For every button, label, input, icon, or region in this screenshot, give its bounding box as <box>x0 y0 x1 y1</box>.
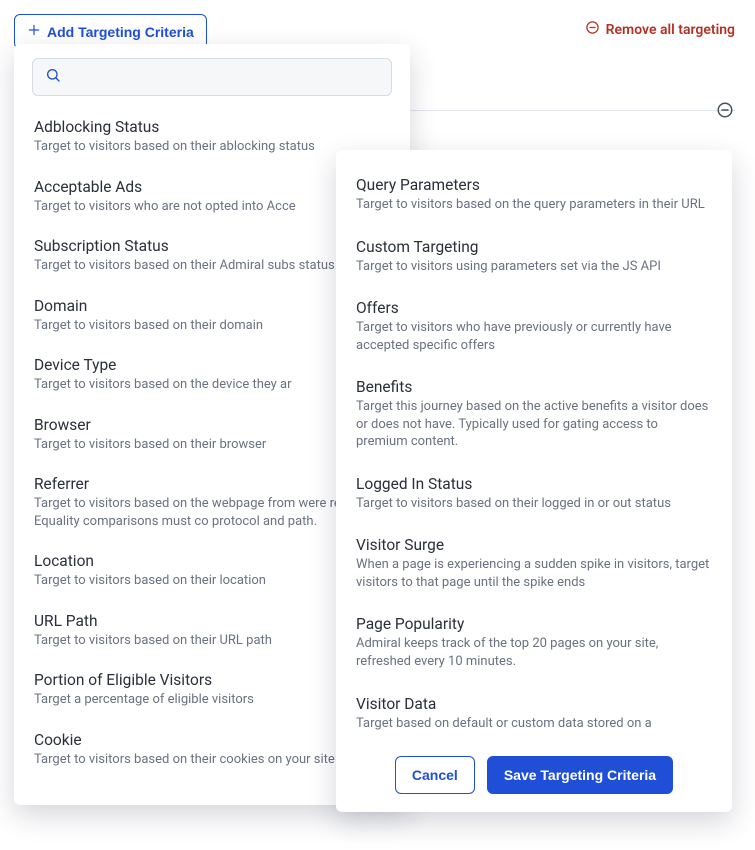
option-title: Benefits <box>356 378 712 396</box>
option-desc: Target to visitors who have previously o… <box>356 319 712 354</box>
option-desc: Target to visitors based on the query pa… <box>356 196 712 214</box>
plus-icon <box>27 23 41 40</box>
option-item[interactable]: Logged In Status Target to visitors based… <box>336 465 732 527</box>
option-desc: Target this journey based on the active … <box>356 398 712 451</box>
option-title: Offers <box>356 299 712 317</box>
add-targeting-label: Add Targeting Criteria <box>47 24 194 40</box>
option-title: Custom Targeting <box>356 238 712 256</box>
option-item[interactable]: Offers Target to visitors who have previo… <box>336 289 732 368</box>
option-item[interactable]: Visitor Surge When a page is experiencing… <box>336 526 732 605</box>
option-title: Visitor Surge <box>356 536 712 554</box>
option-desc: Target to visitors based on their logged… <box>356 495 712 513</box>
option-title: Query Parameters <box>356 176 712 194</box>
footer-buttons: Cancel Save Targeting Criteria <box>336 746 732 794</box>
option-item[interactable]: Custom Targeting Target to visitors using… <box>336 228 732 290</box>
option-item[interactable]: Benefits Target this journey based on the… <box>336 368 732 465</box>
option-title: Page Popularity <box>356 615 712 633</box>
criteria-dropdown-right: Query Parameters Target to visitors based… <box>336 150 732 812</box>
option-title: Adblocking Status <box>34 118 390 136</box>
option-desc: Target based on default or custom data s… <box>356 715 712 733</box>
search-box[interactable] <box>32 58 392 96</box>
option-title: Logged In Status <box>356 475 712 493</box>
option-desc: Admiral keeps track of the top 20 pages … <box>356 635 712 670</box>
topbar: Add Targeting Criteria Remove all target… <box>0 0 755 49</box>
cancel-button[interactable]: Cancel <box>395 756 475 794</box>
remove-icon <box>585 20 600 39</box>
option-title: Visitor Data <box>356 695 712 713</box>
remove-all-link[interactable]: Remove all targeting <box>585 14 741 39</box>
option-item[interactable]: Visitor Data Target based on default or c… <box>336 685 732 747</box>
option-item[interactable]: Query Parameters Target to visitors based… <box>336 166 732 228</box>
option-desc: When a page is experiencing a sudden spi… <box>356 556 712 591</box>
save-button[interactable]: Save Targeting Criteria <box>487 756 673 794</box>
collapse-button[interactable] <box>715 100 735 120</box>
remove-all-label: Remove all targeting <box>606 22 735 38</box>
search-input[interactable] <box>69 69 379 85</box>
search-icon <box>45 67 61 87</box>
option-item[interactable]: Page Popularity Admiral keeps track of th… <box>336 605 732 684</box>
option-desc: Target to visitors using parameters set … <box>356 258 712 276</box>
